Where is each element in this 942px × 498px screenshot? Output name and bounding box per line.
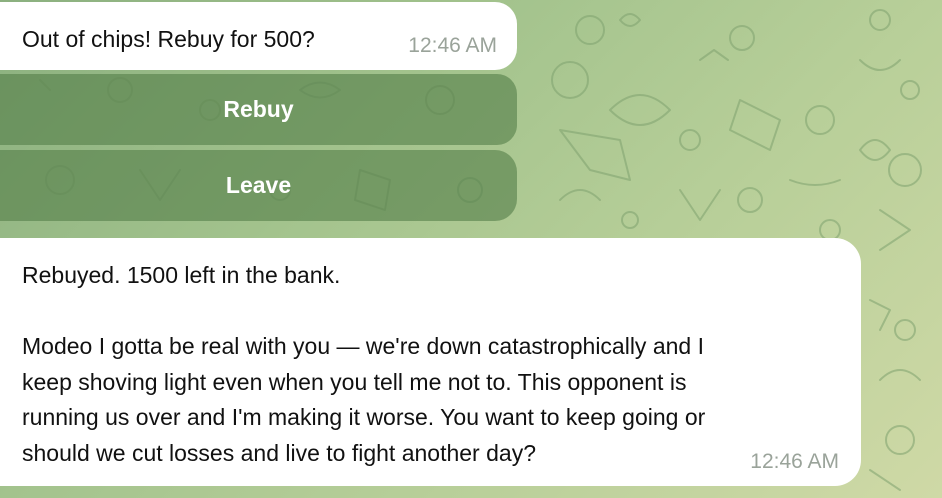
incoming-message-bubble: Out of chips! Rebuy for 500? 12:46 AM [0, 2, 517, 70]
message-line: keep shoving light even when you tell me… [22, 368, 687, 395]
rebuy-button-label: Rebuy [223, 96, 294, 122]
message-line: should we cut losses and live to fight a… [22, 439, 536, 466]
message-timestamp: 12:46 AM [750, 450, 839, 473]
message-line: running us over and I'm making it worse.… [22, 404, 706, 430]
message-timestamp: 12:46 AM [408, 34, 497, 57]
message-line: Modeo I gotta be real with you — we're d… [22, 333, 704, 359]
incoming-message-bubble: Rebuyed. 1500 left in the bank. Modeo I … [0, 238, 861, 486]
leave-button[interactable]: Leave [0, 150, 517, 221]
rebuy-button[interactable]: Rebuy [0, 74, 517, 145]
leave-button-label: Leave [225, 172, 292, 198]
message-line: Rebuyed. 1500 left in the bank. [22, 262, 341, 288]
